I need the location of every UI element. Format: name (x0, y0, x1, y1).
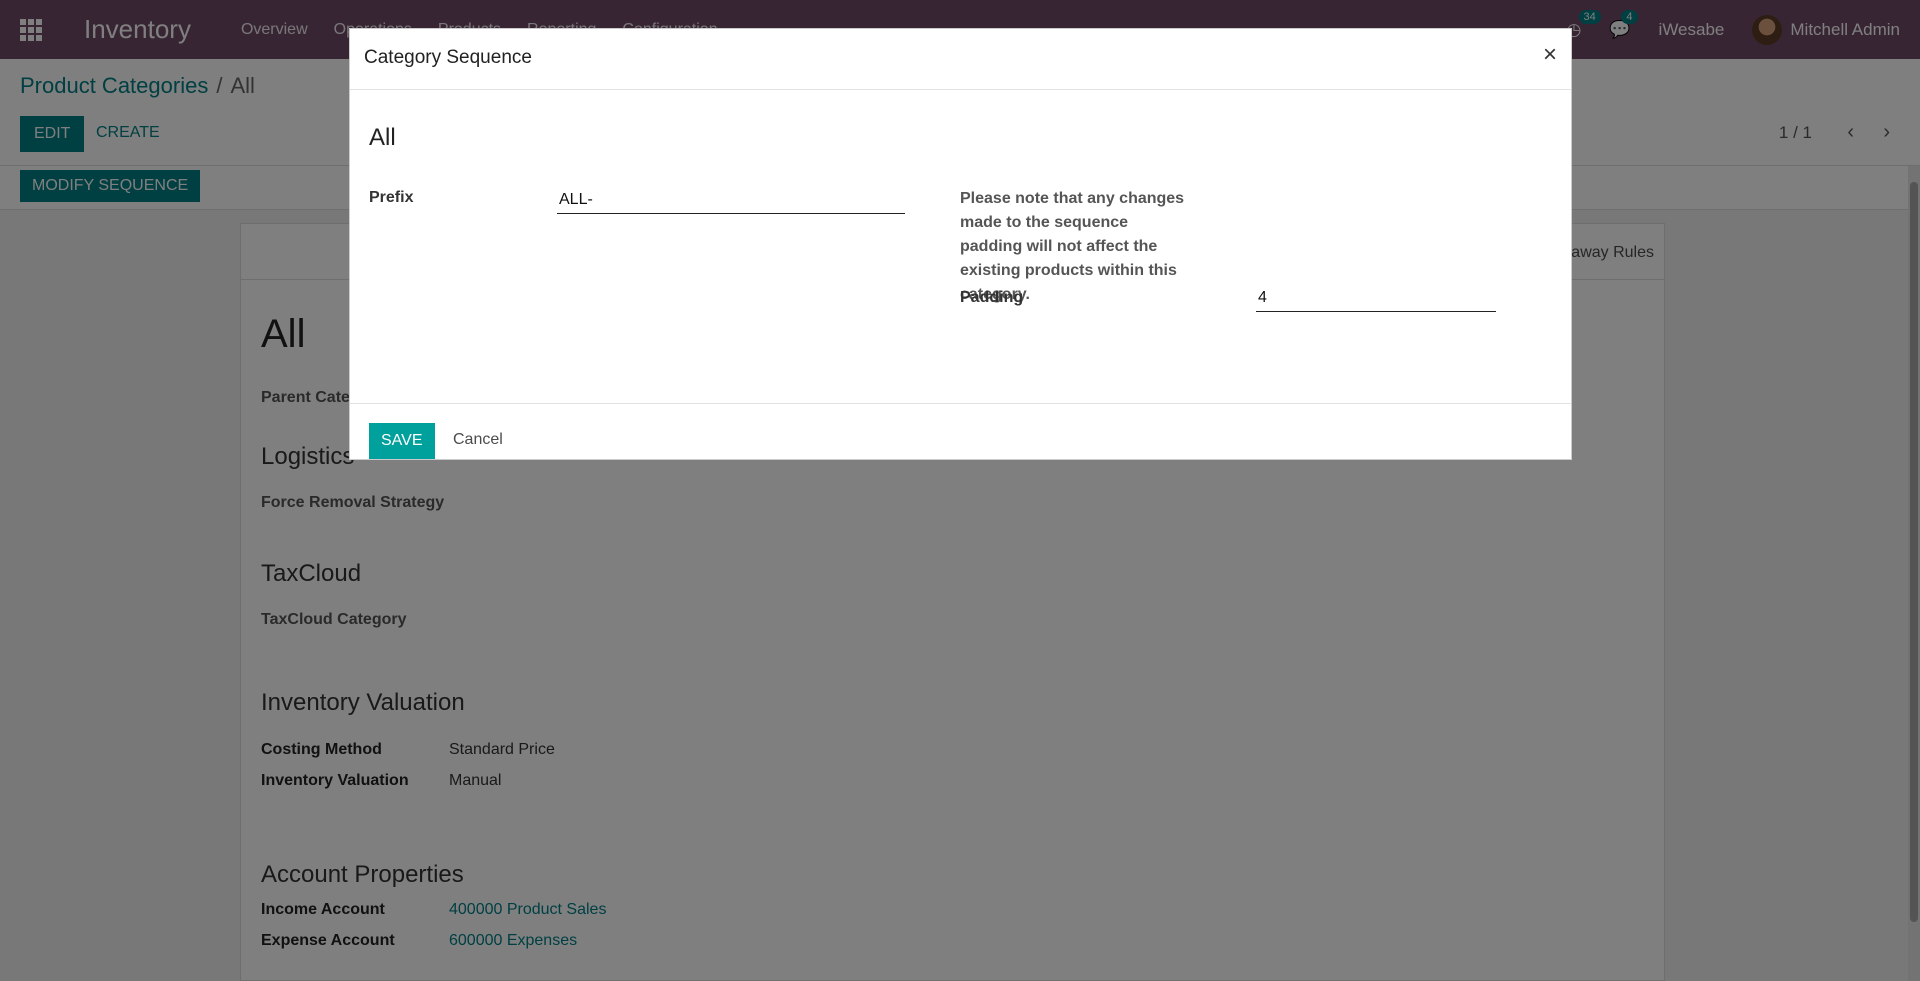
save-button[interactable]: SAVE (369, 423, 435, 459)
prefix-label: Prefix (369, 189, 414, 206)
record-name: All (369, 124, 396, 151)
padding-label: Padding (960, 289, 1024, 306)
cancel-button[interactable]: Cancel (453, 431, 503, 449)
modal-footer: SAVE Cancel (350, 404, 1571, 459)
prefix-input[interactable] (557, 186, 905, 214)
modal-title: Category Sequence (364, 47, 532, 68)
category-sequence-dialog: Category Sequence × All Prefix Please no… (349, 28, 1572, 460)
close-icon[interactable]: × (1543, 41, 1557, 69)
modal-body: All Prefix Please note that any changes … (350, 90, 1571, 404)
padding-input[interactable] (1256, 284, 1496, 312)
modal-header: Category Sequence × (350, 29, 1571, 90)
